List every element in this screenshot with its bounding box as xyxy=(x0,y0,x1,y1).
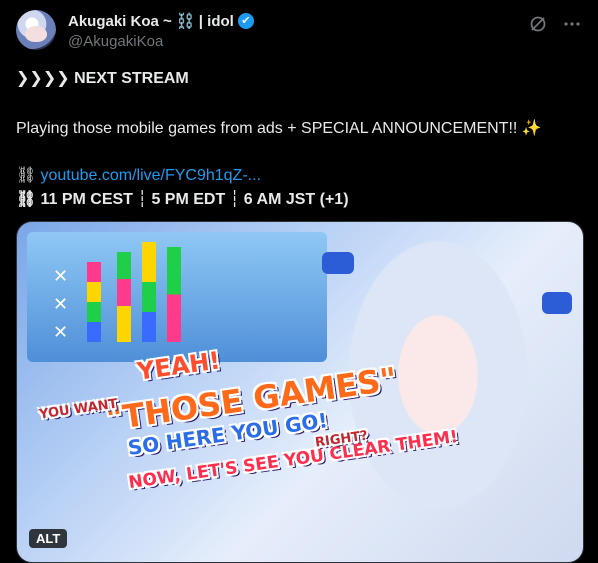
chain-icon: ⛓ xyxy=(16,191,37,208)
sparkles-icon: ✨ xyxy=(521,120,542,137)
stream-link-row: ⛓ youtube.com/live/FYC9h1qZ-... xyxy=(16,166,582,186)
display-name[interactable]: Akugaki Koa ~ ⛓️ | idol xyxy=(68,12,234,30)
stream-link[interactable]: youtube.com/live/FYC9h1qZ-... xyxy=(40,167,261,184)
grok-icon[interactable] xyxy=(528,14,548,34)
next-stream-heading: ❯❯❯❯ NEXT STREAM xyxy=(16,69,582,89)
author-handle[interactable]: @AkugakiKoa xyxy=(68,33,163,50)
tweet-media-image[interactable]: ✕ ✕ ✕ YEAH! "THOSE GAMES" SO HERE YOU GO! … xyxy=(16,221,584,563)
author-name-row: Akugaki Koa ~ ⛓️ | idol ✔ xyxy=(68,12,254,30)
body-text: Playing those mobile games from ads + SP… xyxy=(16,120,518,137)
stream-times: 11 PM CEST ┆ 5 PM EDT ┆ 6 AM JST (+1) xyxy=(40,191,349,208)
arrows-icon: ❯❯❯❯ xyxy=(16,70,70,87)
header-actions xyxy=(528,14,582,34)
tweet-header: Akugaki Koa ~ ⛓️ | idol ✔ @AkugakiKoa xyxy=(16,10,582,54)
bow-icon xyxy=(322,252,354,274)
heading-text: NEXT STREAM xyxy=(74,70,189,87)
bow-icon xyxy=(542,292,572,314)
game-scene: ✕ ✕ ✕ xyxy=(27,232,327,362)
alt-badge[interactable]: ALT xyxy=(29,529,68,548)
more-icon[interactable] xyxy=(562,14,582,34)
verified-badge-icon: ✔ xyxy=(237,13,254,29)
chain-icon: ⛓ xyxy=(16,167,37,184)
tweet-body: Playing those mobile games from ads + SP… xyxy=(16,119,582,139)
avatar[interactable] xyxy=(16,10,56,50)
stream-times-row: ⛓ 11 PM CEST ┆ 5 PM EDT ┆ 6 AM JST (+1) xyxy=(16,190,582,210)
